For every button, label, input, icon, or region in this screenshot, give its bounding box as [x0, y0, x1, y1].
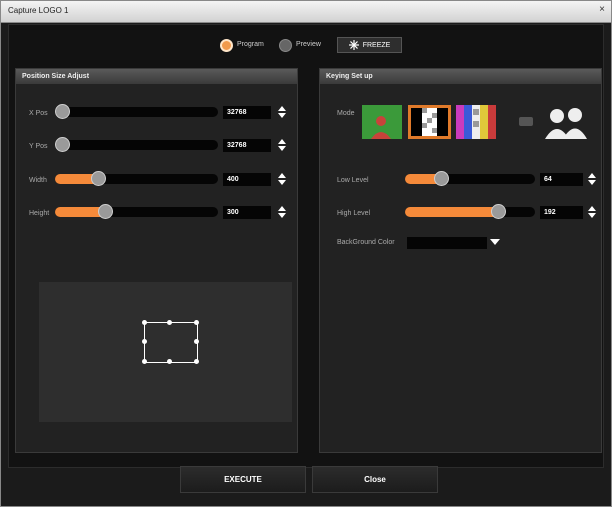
- mode-luma-checker-icon[interactable]: [408, 105, 451, 139]
- slider-knob[interactable]: [55, 137, 70, 152]
- x-pos-spinner-icon[interactable]: [277, 105, 287, 119]
- slider-knob[interactable]: [491, 204, 506, 219]
- mode-label: Mode: [337, 110, 355, 117]
- height-spinner-icon[interactable]: [277, 205, 287, 219]
- low-level-spinner-icon[interactable]: [587, 172, 597, 186]
- width-value[interactable]: 400: [223, 173, 271, 186]
- mode-color-checker-icon[interactable]: [456, 105, 496, 139]
- height-slider[interactable]: [55, 204, 218, 219]
- high-level-slider[interactable]: [405, 204, 535, 219]
- y-pos-slider[interactable]: [55, 137, 218, 152]
- title-bar[interactable]: Capture LOGO 1 ×: [1, 1, 611, 23]
- position-size-panel: Position Size Adjust: [15, 68, 298, 453]
- low-level-value[interactable]: 64: [540, 173, 583, 186]
- chevron-down-icon[interactable]: [490, 239, 500, 246]
- height-label: Height: [29, 210, 50, 217]
- freeze-label: FREEZE: [362, 41, 391, 49]
- low-level-label: Low Level: [337, 177, 369, 184]
- resize-handle[interactable]: [194, 359, 199, 364]
- position-preview: [39, 282, 292, 422]
- window-title: Capture LOGO 1: [8, 6, 69, 15]
- y-pos-spinner-icon[interactable]: [277, 138, 287, 152]
- width-slider[interactable]: [55, 171, 218, 186]
- resize-handle[interactable]: [142, 359, 147, 364]
- background-color-label: BackGround Color: [337, 239, 395, 246]
- height-value[interactable]: 300: [223, 206, 271, 219]
- y-pos-value[interactable]: 32768: [223, 139, 271, 152]
- resize-handle[interactable]: [142, 320, 147, 325]
- slider-fill: [405, 207, 499, 217]
- close-button[interactable]: Close: [312, 466, 438, 493]
- slider-knob[interactable]: [91, 171, 106, 186]
- background-color-select[interactable]: [407, 237, 487, 249]
- resize-handle[interactable]: [167, 359, 172, 364]
- x-pos-label: X Pos: [29, 110, 48, 117]
- resize-handle[interactable]: [142, 339, 147, 344]
- x-pos-value[interactable]: 32768: [223, 106, 271, 119]
- capture-area-box[interactable]: [144, 322, 198, 363]
- execute-button[interactable]: EXECUTE: [180, 466, 306, 493]
- preview-radio[interactable]: [279, 39, 292, 52]
- panel-title: Position Size Adjust: [16, 69, 297, 84]
- program-radio[interactable]: [220, 39, 233, 52]
- resize-handle[interactable]: [194, 339, 199, 344]
- snowflake-icon: [348, 40, 359, 50]
- close-icon[interactable]: ×: [599, 4, 605, 15]
- resize-handle[interactable]: [167, 320, 172, 325]
- width-label: Width: [29, 177, 47, 184]
- high-level-label: High Level: [337, 210, 371, 217]
- program-label: Program: [237, 41, 264, 48]
- freeze-button[interactable]: FREEZE: [337, 37, 402, 53]
- low-level-slider[interactable]: [405, 171, 535, 186]
- x-pos-slider[interactable]: [55, 104, 218, 119]
- high-level-value[interactable]: 192: [540, 206, 583, 219]
- slider-knob[interactable]: [434, 171, 449, 186]
- slider-knob[interactable]: [98, 204, 113, 219]
- width-spinner-icon[interactable]: [277, 172, 287, 186]
- preview-label: Preview: [296, 41, 321, 48]
- high-level-spinner-icon[interactable]: [587, 205, 597, 219]
- panel-title: Keying Set up: [320, 69, 601, 84]
- y-pos-label: Y Pos: [29, 143, 48, 150]
- resize-handle[interactable]: [194, 320, 199, 325]
- person-silhouette-icon[interactable]: [543, 105, 590, 139]
- mode-toggle-icon[interactable]: [519, 117, 533, 126]
- mode-green-screen-icon[interactable]: [362, 105, 402, 139]
- slider-knob[interactable]: [55, 104, 70, 119]
